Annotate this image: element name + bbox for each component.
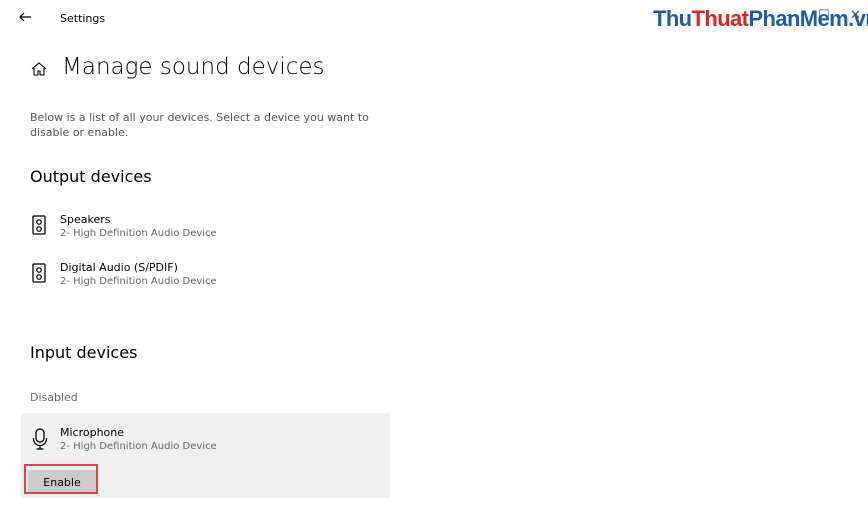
- watermark-logo: ThuThuatPhanMem.vn: [653, 6, 868, 31]
- output-device-digital-audio[interactable]: Digital Audio (S/PDIF) 2- High Definitio…: [30, 261, 380, 295]
- input-device-microphone[interactable]: Microphone 2- High Definition Audio Devi…: [21, 413, 390, 498]
- microphone-device-row[interactable]: Microphone 2- High Definition Audio Devi…: [30, 426, 380, 460]
- output-device-speakers[interactable]: Speakers 2- High Definition Audio Device: [30, 213, 380, 247]
- device-subtitle: 2- High Definition Audio Device: [60, 441, 217, 452]
- page-description: Below is a list of all your devices. Sel…: [30, 111, 369, 139]
- input-devices-heading: Input devices: [30, 343, 138, 362]
- device-subtitle: 2- High Definition Audio Device: [60, 276, 217, 287]
- enable-button[interactable]: Enable: [28, 470, 96, 494]
- page-title: Manage sound devices: [62, 54, 325, 80]
- microphone-icon: [32, 428, 48, 454]
- device-name: Digital Audio (S/PDIF): [60, 261, 178, 274]
- device-name: Microphone: [60, 426, 125, 439]
- output-devices-heading: Output devices: [30, 167, 152, 186]
- title-bar: Settings — ☐ ✕ ThuThuatPhanMem.vn: [0, 0, 868, 36]
- device-subtitle: 2- High Definition Audio Device: [60, 228, 217, 239]
- home-icon[interactable]: [30, 60, 48, 78]
- back-arrow-icon[interactable]: [18, 10, 38, 28]
- app-title: Settings: [60, 12, 106, 25]
- speaker-icon: [32, 215, 46, 239]
- disabled-label: Disabled: [30, 391, 78, 404]
- device-name: Speakers: [60, 213, 111, 226]
- speaker-icon: [32, 263, 46, 287]
